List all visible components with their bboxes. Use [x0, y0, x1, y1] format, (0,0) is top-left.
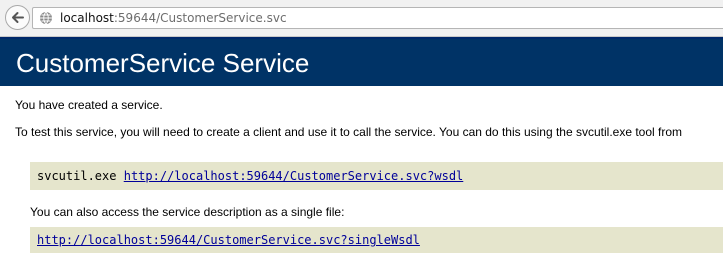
svcutil-command-box: svcutil.exe http://localhost:59644/Custo…	[30, 162, 723, 190]
url-path: :59644/CustomerService.svc	[113, 11, 287, 25]
page-content: CustomerService Service You have created…	[0, 37, 723, 267]
svcutil-label: svcutil.exe	[37, 169, 117, 183]
single-wsdl-box: http://localhost:59644/CustomerService.s…	[30, 227, 723, 253]
svcutil-command: svcutil.exe http://localhost:59644/Custo…	[37, 169, 463, 184]
single-wsdl-command: http://localhost:59644/CustomerService.s…	[37, 233, 420, 248]
title-banner: CustomerService Service	[0, 39, 723, 86]
single-wsdl-link[interactable]: http://localhost:59644/CustomerService.s…	[37, 233, 420, 247]
back-arrow-icon	[12, 12, 24, 23]
url-text[interactable]: localhost:59644/CustomerService.svc	[60, 10, 287, 26]
address-bar[interactable]: localhost:59644/CustomerService.svc	[32, 7, 723, 29]
back-button[interactable]	[5, 5, 30, 30]
instructions-text: To test this service, you will need to c…	[15, 125, 683, 139]
page-title: CustomerService Service	[16, 48, 310, 78]
wsdl-link[interactable]: http://localhost:59644/CustomerService.s…	[124, 169, 464, 183]
browser-toolbar: localhost:59644/CustomerService.svc	[0, 0, 723, 37]
globe-icon	[40, 11, 52, 25]
url-host: localhost	[60, 11, 114, 25]
created-message: You have created a service.	[15, 98, 163, 112]
single-file-text: You can also access the service descript…	[30, 205, 345, 219]
